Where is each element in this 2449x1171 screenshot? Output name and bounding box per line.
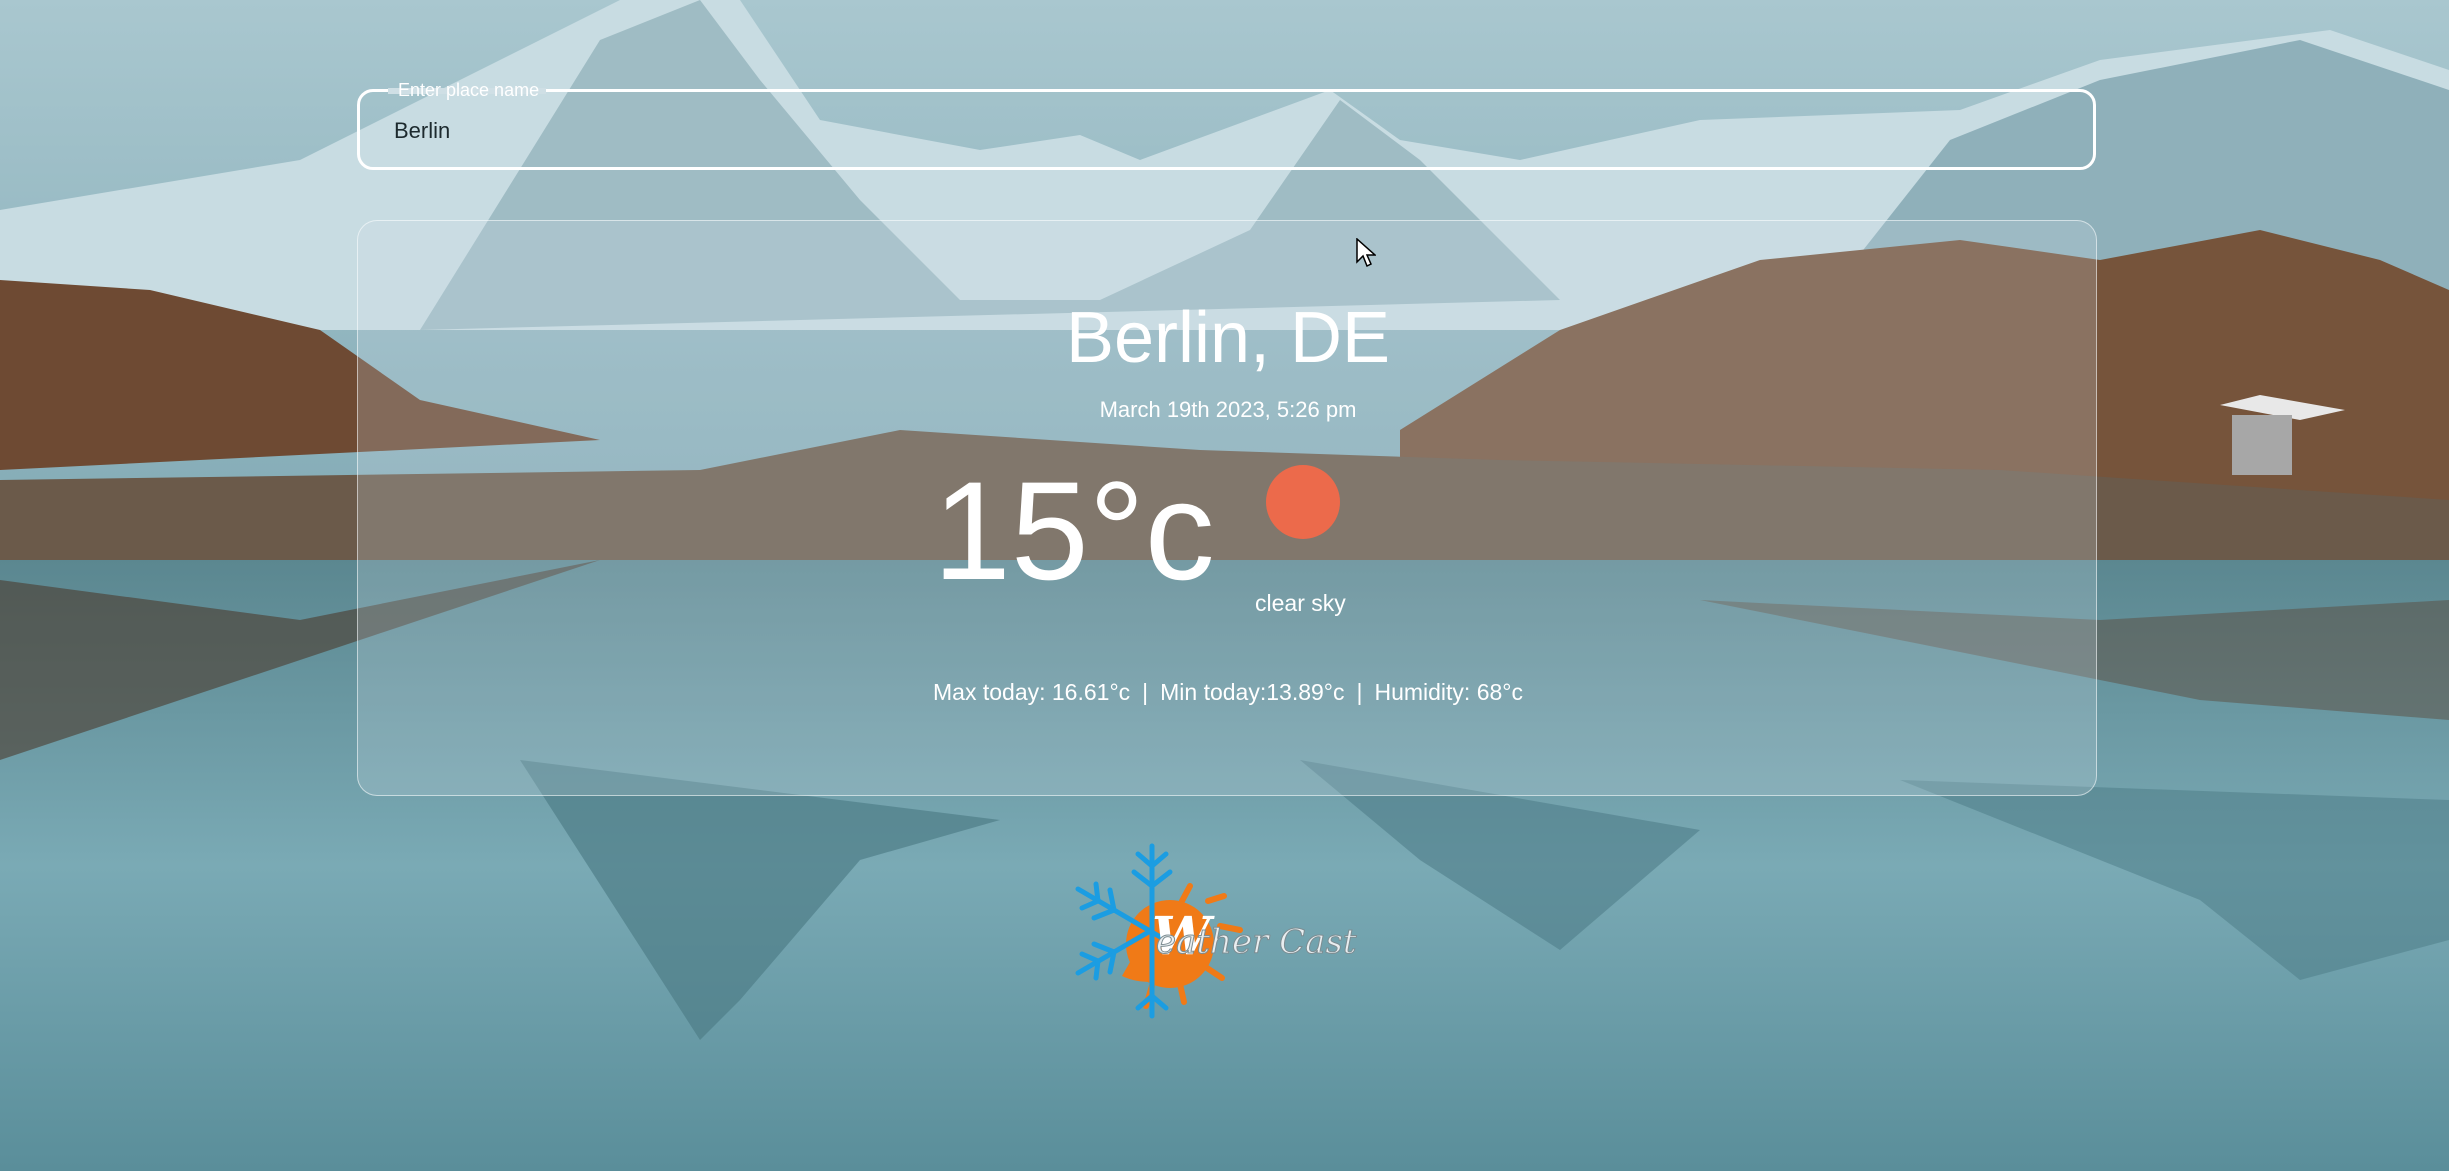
min-temp: Min today:13.89°c (1160, 679, 1345, 705)
sun-icon (1266, 465, 1340, 539)
weather-cast-logo: W eather Cast (1052, 826, 1402, 1026)
search-label: Enter place name (398, 80, 540, 100)
humidity: Humidity: 68°c (1374, 679, 1523, 705)
stats-separator: | (1356, 679, 1363, 705)
weather-condition: clear sky (1255, 590, 1346, 616)
mouse-cursor-icon (1356, 238, 1376, 268)
weather-app: Enter place name Berlin, DE March 19th 2… (0, 0, 2449, 1171)
logo-text: eather Cast (1156, 922, 1358, 963)
search-input[interactable] (392, 110, 2056, 152)
max-temp: Max today: 16.61°c (933, 679, 1131, 705)
date-time: March 19th 2023, 5:26 pm (1099, 397, 1357, 422)
place-search-field[interactable]: Enter place name (357, 80, 2096, 170)
weather-stats: Max today: 16.61°c | Min today:13.89°c | Hum… (358, 679, 2098, 706)
weather-card: Berlin, DE March 19th 2023, 5:26 pm 15°c… (357, 220, 2097, 796)
city-name: Berlin, DE (1065, 298, 1391, 378)
temperature: 15°c (933, 452, 1215, 609)
stats-separator: | (1142, 679, 1149, 705)
